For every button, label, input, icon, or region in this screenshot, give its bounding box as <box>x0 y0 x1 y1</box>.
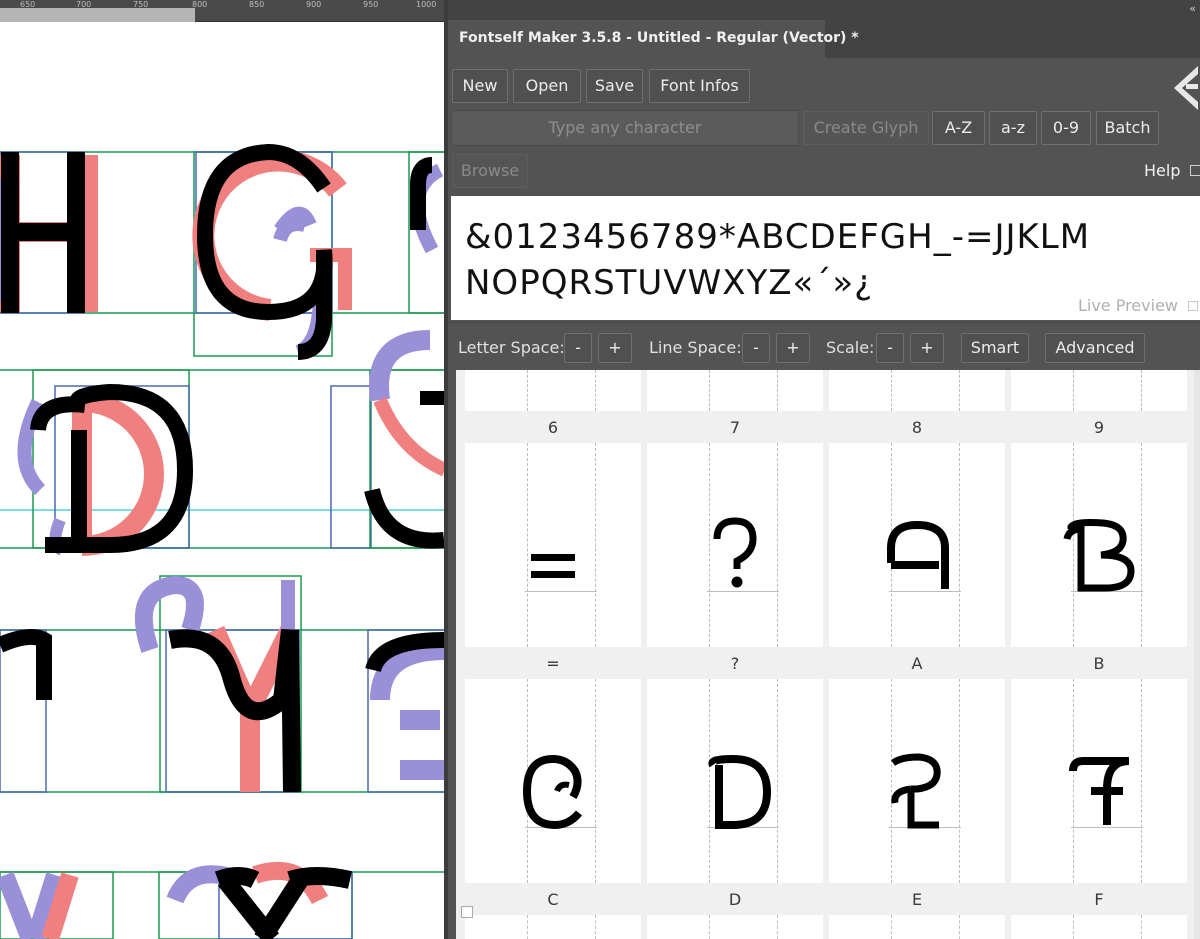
ruler-tick: 900 <box>306 0 322 9</box>
panel-header-bar: ‹‹ <box>448 0 1200 20</box>
glyph-label: ? <box>730 654 740 673</box>
scale-increase-button[interactable]: + <box>910 333 944 363</box>
glyph-tile-question[interactable] <box>647 443 823 647</box>
glyph-preview <box>522 754 583 830</box>
ruler-tick: 950 <box>363 0 379 9</box>
glyph-tile[interactable] <box>1011 370 1187 411</box>
new-button[interactable]: New <box>452 69 508 103</box>
character-input[interactable]: Type any character <box>451 110 799 146</box>
glyph-tile[interactable] <box>829 915 1005 939</box>
select-all-checkbox[interactable] <box>461 906 473 918</box>
app-root: 650 700 750 800 850 900 950 1000 ‹‹ Font… <box>0 0 1200 939</box>
ruler-scroll-thumb[interactable] <box>0 8 195 22</box>
create-glyph-button[interactable]: Create Glyph <box>803 111 929 145</box>
glyph-preview <box>531 554 575 578</box>
glyph-label: 8 <box>911 418 923 437</box>
glyph-tile-a[interactable] <box>829 443 1005 647</box>
glyph-tile-b[interactable] <box>1011 443 1187 647</box>
glyph-artwork[interactable] <box>0 22 444 939</box>
spacing-controls: Letter Space: - + Line Space: - + Scale:… <box>448 322 1200 370</box>
glyph-preview <box>1063 519 1135 592</box>
glyph-tile[interactable] <box>465 370 641 411</box>
preview-text: &0123456789*ABCDEFGH_-=JJKLMNOPQRSTUVWXY… <box>465 217 1091 303</box>
tab-strip: Fontself Maker 3.5.8 - Untitled - Regula… <box>448 20 1200 58</box>
horizontal-ruler: 650 700 750 800 850 900 950 1000 <box>0 0 444 22</box>
az-lower-button[interactable]: a-z <box>989 111 1037 145</box>
fontself-logo-icon <box>1170 66 1200 110</box>
font-infos-button[interactable]: Font Infos <box>649 69 750 103</box>
live-preview-checkbox[interactable] <box>1188 301 1198 311</box>
glyph-label: 9 <box>1093 418 1105 437</box>
glyph-label: = <box>546 654 560 673</box>
ruler-tick: 800 <box>192 0 208 9</box>
ruler-tick: 700 <box>76 0 92 9</box>
help-link[interactable]: Help <box>1144 161 1180 180</box>
letter-space-label: Letter Space: <box>458 338 565 357</box>
glyph-preview <box>708 754 772 829</box>
glyph-label: 6 <box>547 418 559 437</box>
ruler-tick: 850 <box>249 0 265 9</box>
glyph-label: F <box>1094 890 1104 909</box>
glyph-label: E <box>911 890 923 909</box>
double-chevron-left-icon[interactable]: ‹‹ <box>1189 2 1196 15</box>
glyph-label: D <box>728 890 742 909</box>
glyph-tile-c[interactable] <box>465 679 641 883</box>
batch-button[interactable]: Batch <box>1096 111 1159 145</box>
artboard-canvas[interactable]: 650 700 750 800 850 900 950 1000 <box>0 0 444 939</box>
glyph-tile-f[interactable] <box>1011 679 1187 883</box>
browse-button[interactable]: Browse <box>452 154 528 188</box>
glyph-tile-d[interactable] <box>647 679 823 883</box>
glyph-preview <box>1069 757 1130 825</box>
glyph-tile[interactable] <box>647 370 823 411</box>
scale-label: Scale: <box>826 338 875 357</box>
glyph-tile[interactable] <box>465 915 641 939</box>
ruler-tick: 750 <box>133 0 149 9</box>
scale-decrease-button[interactable]: - <box>876 333 904 363</box>
letter-space-decrease-button[interactable]: - <box>564 333 592 363</box>
live-preview-area[interactable]: &0123456789*ABCDEFGH_-=JJKLMNOPQRSTUVWXY… <box>451 196 1200 320</box>
glyph-tile[interactable] <box>829 370 1005 411</box>
live-preview-label: Live Preview <box>1077 296 1178 315</box>
line-space-decrease-button[interactable]: - <box>742 333 770 363</box>
advanced-button[interactable]: Advanced <box>1045 333 1145 363</box>
glyph-label: 7 <box>729 418 741 437</box>
glyph-label: B <box>1093 654 1105 673</box>
help-checkbox[interactable] <box>1190 165 1200 176</box>
glyph-tile-equals[interactable] <box>465 443 641 647</box>
open-button[interactable]: Open <box>513 69 581 103</box>
digits-button[interactable]: 0-9 <box>1041 111 1091 145</box>
az-upper-button[interactable]: A-Z <box>932 111 985 145</box>
glyph-preview <box>713 517 757 588</box>
glyph-preview <box>890 753 941 829</box>
panel-tab-title[interactable]: Fontself Maker 3.5.8 - Untitled - Regula… <box>448 20 859 58</box>
ruler-tick: 1000 <box>416 0 437 9</box>
ruler-tick: 650 <box>20 0 36 9</box>
glyph-preview <box>887 520 949 589</box>
smart-button[interactable]: Smart <box>961 333 1029 363</box>
glyph-label: C <box>547 890 559 909</box>
glyph-label: A <box>911 654 923 673</box>
glyph-tile[interactable] <box>1011 915 1187 939</box>
glyph-tile-e[interactable] <box>829 679 1005 883</box>
save-button[interactable]: Save <box>586 69 643 103</box>
letter-space-increase-button[interactable]: + <box>598 333 632 363</box>
glyph-tile[interactable] <box>647 915 823 939</box>
line-space-label: Line Space: <box>649 338 742 357</box>
line-space-increase-button[interactable]: + <box>776 333 810 363</box>
glyph-grid[interactable]: 6 7 8 9 = ? A B C D E F <box>456 370 1200 939</box>
grid-scrollbar[interactable] <box>1194 370 1200 939</box>
fontself-panel: ‹‹ Fontself Maker 3.5.8 - Untitled - Reg… <box>448 0 1200 939</box>
